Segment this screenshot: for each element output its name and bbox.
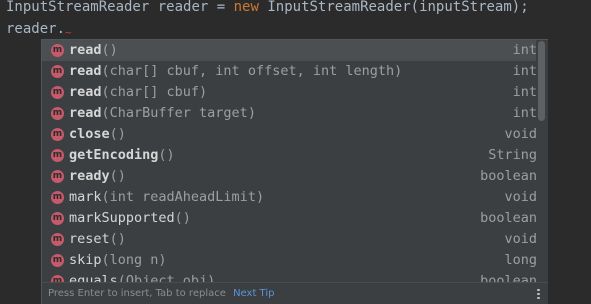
method-params: (char[] cbuf, int offset, int length) xyxy=(101,63,403,79)
method-m-icon: m xyxy=(51,233,64,246)
completion-item[interactable]: m close() void xyxy=(42,124,537,145)
return-type: boolean xyxy=(480,168,537,184)
method-params: (CharBuffer target) xyxy=(101,105,256,121)
method-m-icon: m xyxy=(51,170,64,183)
return-type: boolean xyxy=(480,210,537,226)
completion-scrollbar[interactable] xyxy=(536,40,548,283)
return-type: void xyxy=(504,189,537,205)
method-m-icon: m xyxy=(51,212,64,225)
method-params: () xyxy=(109,231,126,247)
return-type: void xyxy=(504,231,537,247)
method-m-icon: m xyxy=(51,44,64,57)
method-params: (char[] cbuf) xyxy=(101,84,208,100)
code-line-1[interactable]: InputStreamReader reader = new InputStre… xyxy=(6,0,529,17)
type-name: InputStreamReader xyxy=(6,0,150,15)
method-params: () xyxy=(101,42,118,58)
method-name: read xyxy=(69,63,102,79)
error-squiggle: ~ xyxy=(65,26,72,39)
method-name: reset xyxy=(69,231,110,247)
constructor-call: InputStreamReader(inputStream); xyxy=(267,0,529,15)
completion-item[interactable]: m read (char[] cbuf, int offset, int lengt… xyxy=(42,61,537,82)
completion-item[interactable]: m skip (long n) long xyxy=(42,250,537,271)
method-name: read xyxy=(69,84,102,100)
return-type: int xyxy=(512,63,537,79)
method-name: getEncoding xyxy=(69,147,159,163)
completion-popup[interactable]: m read() int m read (char[] cbuf, int offset,… xyxy=(41,39,548,304)
method-params: (int readAheadLimit) xyxy=(101,189,265,205)
completion-item[interactable]: m mark (int readAheadLimit) void xyxy=(42,187,537,208)
method-m-icon: m xyxy=(51,107,64,120)
next-tip-link[interactable]: Next Tip xyxy=(233,288,274,299)
completion-item[interactable]: m read (char[] cbuf) int xyxy=(42,82,537,103)
method-name: ready xyxy=(69,168,110,184)
method-m-icon: m xyxy=(51,191,64,204)
method-m-icon: m xyxy=(51,86,64,99)
completion-footer: Press Enter to insert, Tab to replace Ne… xyxy=(42,282,548,304)
return-type: int xyxy=(512,42,537,58)
method-name: markSupported xyxy=(69,210,175,226)
return-type: void xyxy=(504,126,537,142)
method-params: () xyxy=(158,147,175,163)
equals-sign: = xyxy=(216,0,226,15)
method-name: mark xyxy=(69,189,102,205)
completion-item[interactable]: m ready() boolean xyxy=(42,166,537,187)
completion-item[interactable]: m markSupported() boolean xyxy=(42,208,537,229)
return-type: String xyxy=(488,147,537,163)
method-name: close xyxy=(69,126,110,142)
method-params: () xyxy=(174,210,191,226)
completion-item[interactable]: m read (CharBuffer target) int xyxy=(42,103,537,124)
return-type: long xyxy=(504,252,537,268)
completion-item[interactable]: m read() int xyxy=(42,40,537,61)
method-m-icon: m xyxy=(51,149,64,162)
code-line-2[interactable]: reader.~ xyxy=(6,19,72,39)
completion-list[interactable]: m read() int m read (char[] cbuf, int offset,… xyxy=(42,40,537,283)
new-keyword: new xyxy=(233,0,259,15)
method-name: skip xyxy=(69,252,102,268)
method-params: () xyxy=(109,126,126,142)
scroll-thumb[interactable] xyxy=(538,41,545,121)
method-m-icon: m xyxy=(51,128,64,141)
current-input: reader. xyxy=(6,21,66,37)
variable-name: reader xyxy=(157,0,209,15)
method-params: (long n) xyxy=(101,252,167,268)
method-name: read xyxy=(69,42,102,58)
return-type: int xyxy=(512,105,537,121)
completion-item[interactable]: m getEncoding() String xyxy=(42,145,537,166)
completion-item[interactable]: m reset() void xyxy=(42,229,537,250)
vertical-dots-icon[interactable] xyxy=(537,289,540,299)
method-name: read xyxy=(69,105,102,121)
method-m-icon: m xyxy=(51,254,64,267)
method-m-icon: m xyxy=(51,65,64,78)
return-type: int xyxy=(512,84,537,100)
method-params: () xyxy=(109,168,126,184)
footer-hint: Press Enter to insert, Tab to replace xyxy=(48,288,226,299)
